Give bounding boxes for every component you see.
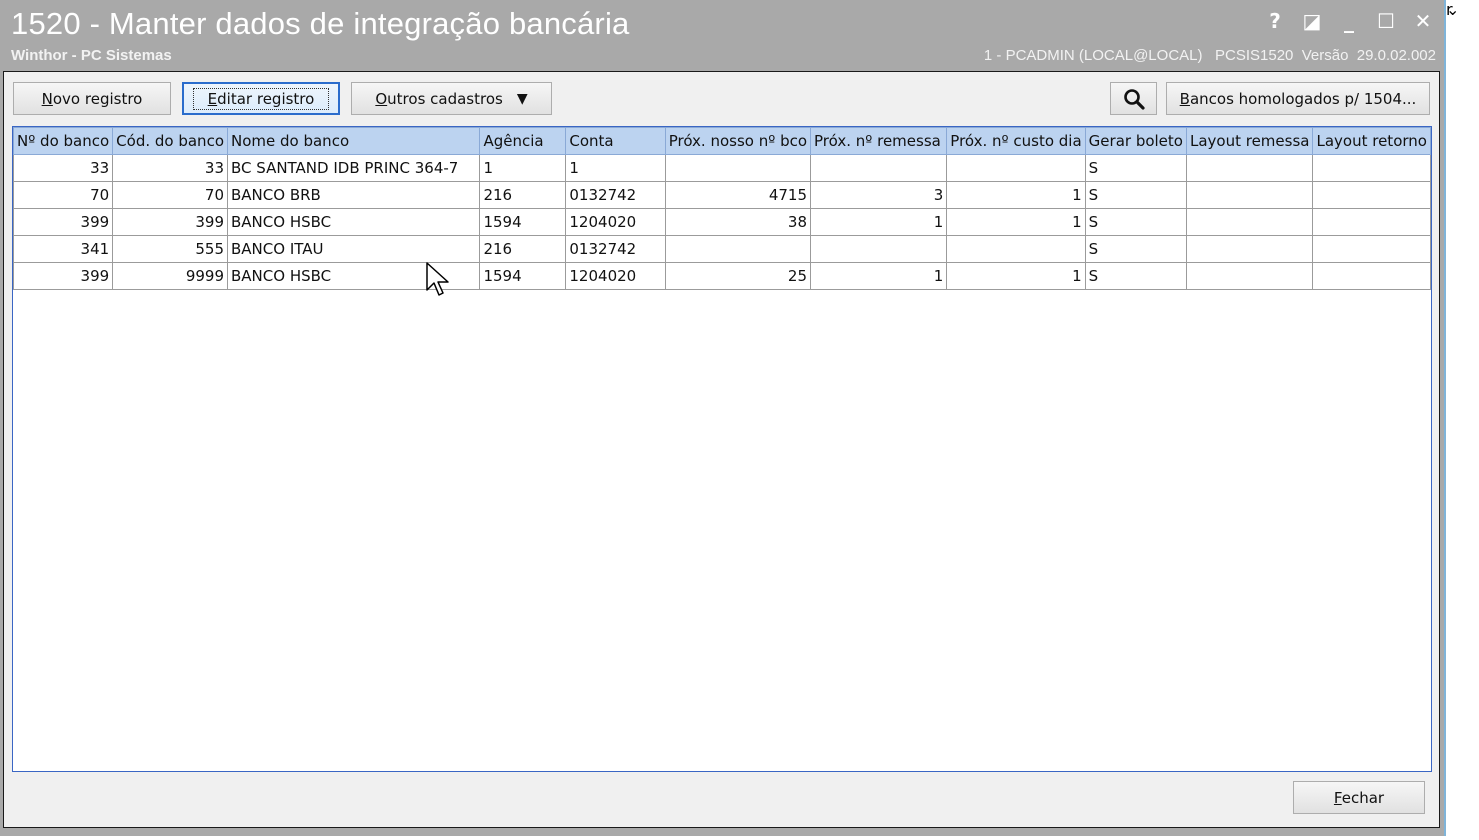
- table-cell[interactable]: [1312, 262, 1431, 290]
- table-cell[interactable]: 4715: [664, 181, 812, 209]
- table-cell[interactable]: [1185, 181, 1314, 209]
- bank-grid[interactable]: Nº do banco Cód. do banco Nome do banco …: [12, 126, 1432, 772]
- column-header[interactable]: Próx. nosso nº bco: [664, 127, 812, 155]
- table-cell[interactable]: [1312, 235, 1431, 263]
- search-button[interactable]: [1110, 82, 1157, 115]
- table-cell[interactable]: S: [1084, 154, 1187, 182]
- table-cell[interactable]: 70: [112, 181, 228, 209]
- table-cell[interactable]: 555: [112, 235, 228, 263]
- table-cell[interactable]: 33: [112, 154, 228, 182]
- table-row[interactable]: 70 70 BANCO BRB 216 0132742 4715 3 1 S: [13, 181, 1431, 209]
- table-header: Nº do banco Cód. do banco Nome do banco …: [13, 127, 1431, 155]
- table-cell[interactable]: BANCO ITAU: [226, 235, 481, 263]
- column-header[interactable]: Nome do banco: [226, 127, 481, 155]
- table-cell[interactable]: [664, 235, 812, 263]
- other-records-dropdown[interactable]: Outros cadastros ▼: [351, 82, 552, 115]
- table-cell[interactable]: 1204020: [565, 208, 666, 236]
- dropdown-arrow-icon: ▼: [516, 90, 528, 107]
- table-row[interactable]: 341 555 BANCO ITAU 216 0132742 S: [13, 235, 1431, 263]
- table-cell[interactable]: [946, 154, 1086, 182]
- table-cell[interactable]: [946, 235, 1086, 263]
- table-cell[interactable]: 1: [946, 208, 1086, 236]
- table-cell[interactable]: 216: [479, 181, 567, 209]
- table-cell[interactable]: 70: [13, 181, 114, 209]
- window-subtitle: Winthor - PC Sistemas: [11, 47, 172, 64]
- table-cell[interactable]: 399: [13, 208, 114, 236]
- help-icon[interactable]: ?: [1264, 8, 1286, 34]
- table-cell[interactable]: 9999: [112, 262, 228, 290]
- table-cell[interactable]: [1312, 208, 1431, 236]
- mouse-pointer-icon: [426, 262, 449, 296]
- table-cell[interactable]: [1185, 235, 1314, 263]
- close-button[interactable]: Fechar: [1293, 781, 1425, 814]
- bank-table: Nº do banco Cód. do banco Nome do banco …: [13, 127, 1431, 290]
- close-icon[interactable]: ✕: [1412, 8, 1434, 34]
- table-row[interactable]: 33 33 BC SANTAND IDB PRINC 364-7 1 1 S: [13, 154, 1431, 182]
- column-header[interactable]: Gerar boleto: [1084, 127, 1187, 155]
- table-cell[interactable]: 1: [810, 208, 948, 236]
- table-cell[interactable]: 1204020: [565, 262, 666, 290]
- table-cell[interactable]: [1312, 154, 1431, 182]
- edit-record-button[interactable]: Editar registro: [182, 82, 340, 115]
- table-cell[interactable]: S: [1084, 235, 1187, 263]
- table-cell[interactable]: [1185, 262, 1314, 290]
- column-header[interactable]: Layout retorno: [1312, 127, 1431, 155]
- table-cell[interactable]: 1: [946, 262, 1086, 290]
- table-cell[interactable]: 0132742: [565, 235, 666, 263]
- table-cell[interactable]: 1: [479, 154, 567, 182]
- table-row[interactable]: 399 9999 BANCO HSBC 1594 1204020 25 1 1 …: [13, 262, 1431, 290]
- table-cell[interactable]: [1312, 181, 1431, 209]
- table-cell[interactable]: 216: [479, 235, 567, 263]
- new-record-button[interactable]: Novo registro: [13, 82, 171, 115]
- column-header[interactable]: Conta: [565, 127, 666, 155]
- table-cell[interactable]: 0132742: [565, 181, 666, 209]
- table-cell[interactable]: 38: [664, 208, 812, 236]
- column-header[interactable]: Cód. do banco: [112, 127, 228, 155]
- table-cell[interactable]: 341: [13, 235, 114, 263]
- table-cell[interactable]: [664, 154, 812, 182]
- app-window: 1520 - Manter dados de integração bancár…: [0, 0, 1446, 836]
- column-header[interactable]: Nº do banco: [13, 127, 114, 155]
- table-cell[interactable]: 1: [565, 154, 666, 182]
- column-header[interactable]: Layout remessa: [1185, 127, 1314, 155]
- table-cell[interactable]: 1: [810, 262, 948, 290]
- table-cell[interactable]: [810, 235, 948, 263]
- approved-banks-button[interactable]: Bancos homologados p/ 1504...: [1166, 82, 1430, 115]
- table-cell[interactable]: BANCO HSBC: [226, 208, 481, 236]
- window-controls: ? ◪ _ ☐ ✕: [1264, 8, 1434, 34]
- table-cell[interactable]: [1185, 154, 1314, 182]
- column-header[interactable]: Próx. nº custo dia: [946, 127, 1086, 155]
- search-icon: [1123, 88, 1145, 110]
- table-cell[interactable]: BANCO BRB: [226, 181, 481, 209]
- table-cell[interactable]: 3: [810, 181, 948, 209]
- table-cell[interactable]: 25: [664, 262, 812, 290]
- table-cell[interactable]: [810, 154, 948, 182]
- table-cell[interactable]: 1594: [479, 262, 567, 290]
- column-header[interactable]: Próx. nº remessa: [810, 127, 948, 155]
- table-cell[interactable]: S: [1084, 262, 1187, 290]
- session-info: 1 - PCADMIN (LOCAL@LOCAL) PCSIS1520 Vers…: [983, 47, 1436, 64]
- chevron-down-icon[interactable]: ⌄: [1446, 0, 1459, 19]
- table-row[interactable]: 399 399 BANCO HSBC 1594 1204020 38 1 1 S: [13, 208, 1431, 236]
- table-cell[interactable]: 399: [112, 208, 228, 236]
- table-cell[interactable]: 1: [946, 181, 1086, 209]
- table-cell[interactable]: 399: [13, 262, 114, 290]
- minimize-icon[interactable]: _: [1338, 8, 1360, 34]
- table-cell[interactable]: S: [1084, 181, 1187, 209]
- table-cell[interactable]: 1594: [479, 208, 567, 236]
- table-cell[interactable]: [1185, 208, 1314, 236]
- background-window-edge: [1446, 0, 1479, 840]
- table-cell[interactable]: BC SANTAND IDB PRINC 364-7: [226, 154, 481, 182]
- restore-icon[interactable]: ◪: [1301, 8, 1323, 34]
- window-title: 1520 - Manter dados de integração bancár…: [11, 6, 630, 41]
- column-header[interactable]: Agência: [479, 127, 567, 155]
- main-panel: Novo registro Editar registro Outros cad…: [3, 71, 1440, 828]
- table-cell[interactable]: S: [1084, 208, 1187, 236]
- maximize-icon[interactable]: ☐: [1375, 8, 1397, 34]
- table-cell[interactable]: 33: [13, 154, 114, 182]
